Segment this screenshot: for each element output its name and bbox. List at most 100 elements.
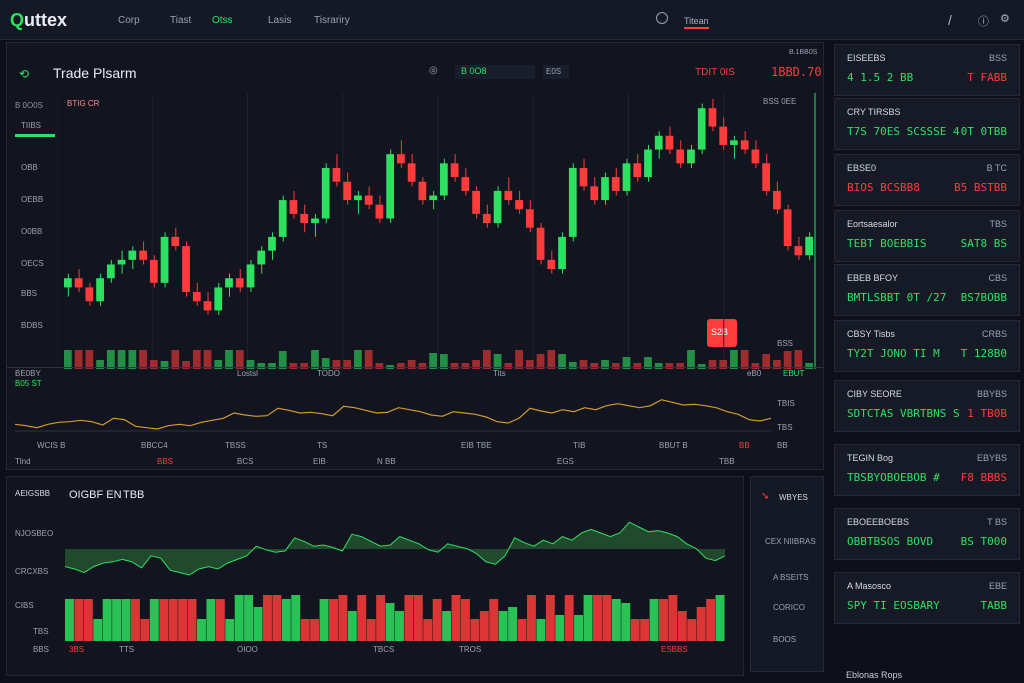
watchlist-card[interactable]: CRY TIRSBS T7S 70ES SCSSSE 4 0T 0TBB: [834, 98, 1020, 150]
card-value-right: F8 BBBS: [960, 471, 1007, 484]
watchlist-card[interactable]: CBSY Tisbs CRBS TY2T JONO TI M T 128B0: [834, 320, 1020, 372]
oscillator-chart[interactable]: [15, 383, 771, 439]
volume-bar: [268, 363, 276, 369]
volume-bar: [397, 363, 405, 369]
nav-item-2[interactable]: Tiast: [170, 15, 191, 26]
volume-bar: [574, 615, 584, 641]
date-label: Tits: [493, 369, 506, 378]
volume-bar: [432, 599, 442, 641]
nav-item-4[interactable]: Lasis: [268, 15, 291, 26]
volume-bar: [74, 599, 84, 641]
card-value-left: 4 1.5 2 BB: [847, 71, 914, 84]
card-value-left: TEBT BOEBBIS: [847, 237, 927, 250]
volume-bar: [206, 599, 216, 641]
volume-bar: [93, 619, 103, 641]
card-value-right: SAT8 BS: [960, 237, 1007, 250]
watchlist-card[interactable]: Eortsaesalor TBS TEBT BOEBBIS SAT8 BS: [834, 210, 1020, 262]
candle-body: [558, 236, 566, 270]
candle-body: [311, 218, 319, 224]
candle-body: [96, 278, 104, 302]
info-icon[interactable]: ⓘ: [978, 13, 989, 29]
candle-body: [590, 186, 599, 201]
divider: [7, 367, 823, 368]
candle-body: [418, 181, 427, 201]
volume-bar: [470, 619, 480, 641]
top-badge[interactable]: Titean: [684, 16, 709, 29]
candle-body: [354, 195, 362, 201]
volume-bar: [149, 599, 159, 641]
card-title: TEGIN Bog: [847, 453, 894, 463]
volume-bar: [621, 603, 631, 641]
candle-body: [676, 149, 685, 164]
candlestick-chart[interactable]: [57, 93, 819, 369]
settings-icon[interactable]: ⚙: [1000, 12, 1010, 25]
candle-body: [160, 236, 169, 283]
nav-item-3[interactable]: Otss: [212, 15, 233, 26]
candle-body: [268, 236, 276, 251]
refresh-icon[interactable]: ⟲: [19, 67, 29, 81]
menu-slash-icon[interactable]: /: [948, 12, 952, 28]
volume-bar: [338, 595, 348, 641]
osc-line: [15, 399, 771, 430]
osc-right: BB: [777, 441, 788, 450]
osc-label: BB: [739, 441, 750, 450]
candle-body: [257, 250, 266, 265]
nav-item-5[interactable]: Tisrariry: [314, 15, 350, 26]
watchlist-card[interactable]: CIBY SEORE BBYBS SDTCTAS VBRTBNS S 1 TB0B: [834, 380, 1020, 432]
side-item[interactable]: A BSEITS: [773, 573, 809, 582]
volume-bar: [215, 599, 225, 641]
app-logo[interactable]: Quttex: [10, 10, 67, 31]
side-title: WBYES: [779, 493, 808, 502]
active-indicator: [15, 129, 55, 137]
watchlist-card[interactable]: EISEEBS BSS 4 1.5 2 BB T FABB: [834, 44, 1020, 96]
card-code: B TC: [986, 163, 1007, 173]
osc-date: TBB: [719, 457, 735, 466]
watchlist-card[interactable]: EBOEEBOEBS T BS OBBTBSOS BOVD BS T000: [834, 508, 1020, 560]
volume-bar: [611, 599, 621, 641]
card-code: CBS: [988, 273, 1007, 283]
volume-bar: [131, 599, 140, 641]
candle-body: [773, 190, 781, 210]
volume-bar: [640, 619, 650, 641]
volume-bar: [140, 619, 150, 641]
card-code: T BS: [987, 517, 1007, 527]
watchlist-card[interactable]: EBSE0 B TC BIOS BCSBB8 B5 BSTBB: [834, 154, 1020, 206]
date-label: TODO: [317, 369, 340, 378]
card-title: EISEEBS: [847, 53, 886, 63]
price-field[interactable]: B 0O8: [455, 65, 535, 79]
watchlist-card[interactable]: A Masosco EBE SPY TI EOSBARY TABB: [834, 572, 1020, 624]
volume-bar: [593, 595, 602, 641]
volume-bar: [413, 595, 423, 641]
side-label: O0BB: [21, 227, 43, 236]
watchlist-card[interactable]: TEGIN Bog EBYBS TBSBYOBOEBOB # F8 BBBS: [834, 444, 1020, 496]
volume-bar: [489, 599, 499, 641]
osc-date: EIB: [313, 457, 326, 466]
side-label: TIIBS: [21, 121, 42, 130]
volume-bar: [461, 599, 470, 641]
volume-bar: [611, 363, 620, 369]
card-value-left: TY2T JONO TI M: [847, 347, 940, 360]
side-item[interactable]: CORICO: [773, 603, 805, 612]
search-icon[interactable]: ◎: [429, 65, 438, 76]
volume-bar: [168, 599, 178, 641]
quote-label: TDIT 0IS: [695, 67, 735, 78]
volume-bar: [659, 599, 668, 641]
volume-bar: [121, 599, 131, 641]
side-item[interactable]: BOOS: [773, 635, 796, 644]
lower-chart-panel: AEIGSBB OIGBF EN TBB NJOSBEO CRCXBS CIBS…: [6, 476, 744, 676]
volume-bar: [504, 363, 513, 369]
card-code: BBYBS: [976, 389, 1007, 399]
side-label: OBB: [21, 163, 38, 172]
candle-body: [246, 264, 255, 288]
clock-icon[interactable]: [656, 12, 668, 24]
watchlist-card[interactable]: EBEB BFOY CBS BMTLSBBT 0T /27 BS7BOBB: [834, 264, 1020, 316]
card-value-left: BMTLSBBT 0T /27: [847, 291, 947, 304]
card-value-left: SDTCTAS VBRTBNS S: [847, 407, 960, 420]
side-item[interactable]: CEX NIIBRAS: [765, 537, 816, 546]
nav-item-1[interactable]: Corp: [118, 15, 140, 26]
toolbar-badge[interactable]: E0S: [543, 65, 569, 79]
lower-label: TBS: [33, 627, 49, 636]
volume-area-chart[interactable]: [65, 487, 725, 641]
card-code: EBE: [988, 581, 1007, 591]
volume-bar: [633, 363, 642, 369]
